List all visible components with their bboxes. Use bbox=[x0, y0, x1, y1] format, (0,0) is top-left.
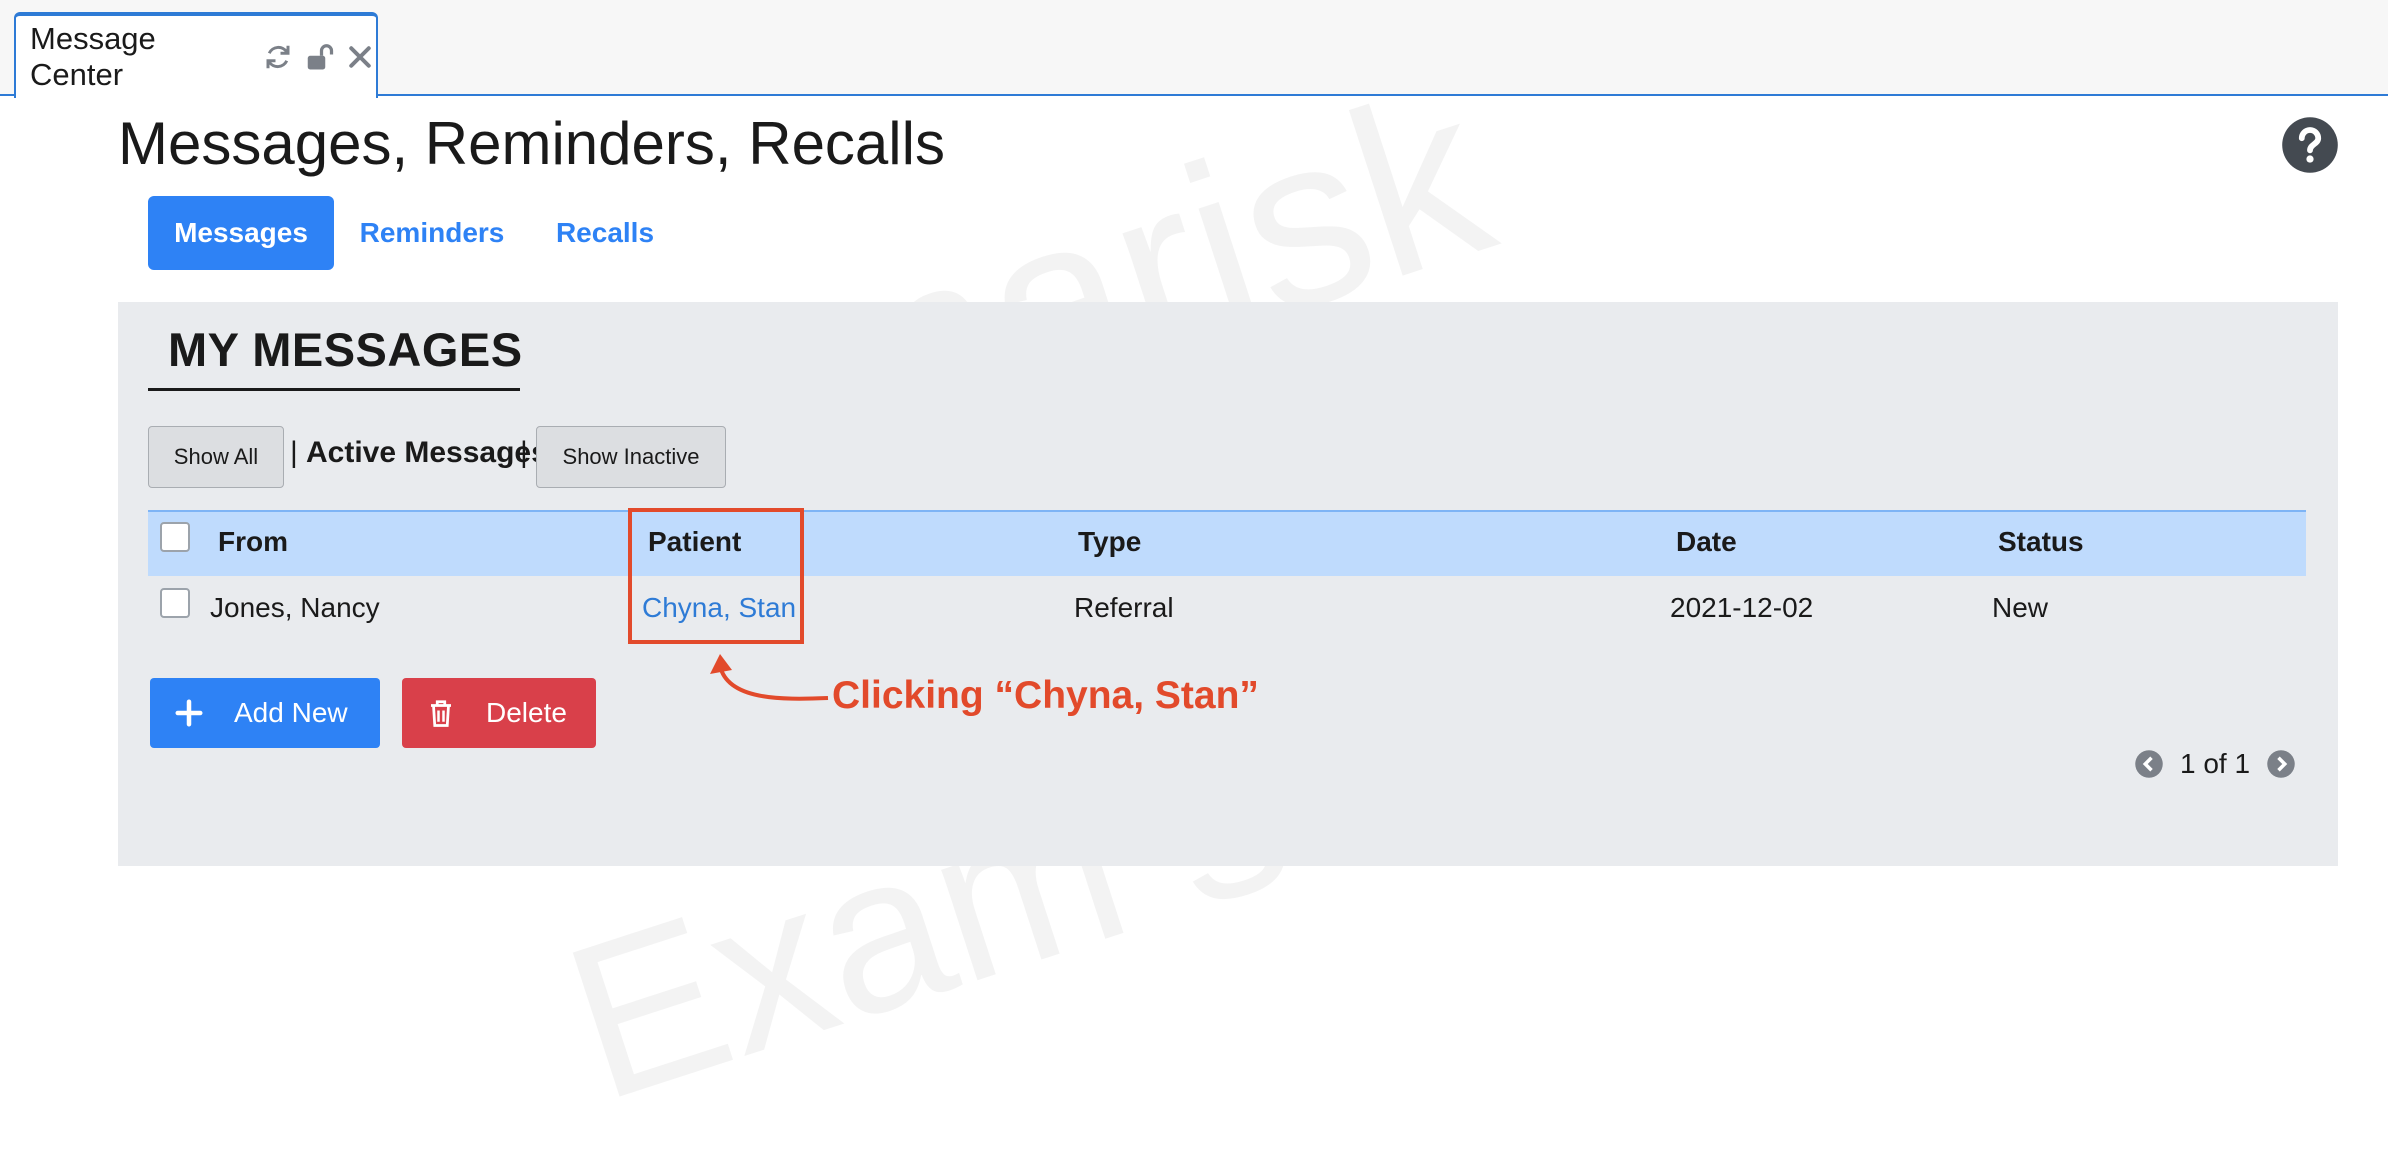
filter-separator: | bbox=[520, 436, 528, 469]
tab-title: Message Center bbox=[30, 21, 156, 92]
annotation-arrow bbox=[710, 654, 829, 701]
next-page-icon[interactable] bbox=[2266, 749, 2296, 779]
cell-type: Referral bbox=[1074, 592, 1174, 623]
select-all-checkbox[interactable] bbox=[160, 522, 190, 552]
column-header-type[interactable]: Type bbox=[1078, 526, 1141, 558]
cell-status: New bbox=[1992, 592, 2049, 623]
filter-separator: | bbox=[290, 436, 298, 469]
show-all-button[interactable]: Show All bbox=[148, 426, 284, 488]
tab-messages[interactable]: Messages bbox=[148, 196, 334, 270]
tab-recalls[interactable]: Recalls bbox=[540, 196, 670, 270]
trash-icon bbox=[426, 698, 456, 728]
tab-strip: Message Center bbox=[0, 0, 2388, 98]
question-circle-icon[interactable] bbox=[2281, 116, 2339, 174]
cell-date: 2021-12-02 bbox=[1670, 592, 1814, 623]
tab-reminders[interactable]: Reminders bbox=[352, 196, 512, 270]
pagination: 1 of 1 bbox=[2134, 748, 2296, 780]
page-indicator: 1 of 1 bbox=[2180, 748, 2251, 779]
row-checkbox[interactable] bbox=[160, 588, 190, 618]
close-icon[interactable] bbox=[345, 41, 376, 73]
column-header-from[interactable]: From bbox=[218, 526, 288, 558]
active-messages-label: Active Messages bbox=[306, 436, 548, 469]
add-new-button[interactable]: Add New bbox=[150, 678, 380, 748]
column-header-date[interactable]: Date bbox=[1676, 526, 1737, 558]
unlock-icon[interactable] bbox=[303, 41, 334, 73]
cell-from: Jones, Nancy bbox=[210, 592, 380, 623]
plus-icon bbox=[174, 698, 204, 728]
show-inactive-button[interactable]: Show Inactive bbox=[536, 426, 726, 488]
annotation-text: Clicking “Chyna, Stan” bbox=[832, 674, 1259, 717]
tab-message-center[interactable]: Message Center bbox=[14, 12, 378, 98]
page-title: Messages, Reminders, Recalls bbox=[118, 110, 945, 177]
table-header: From Patient Type Date Status bbox=[148, 510, 2306, 576]
messages-panel bbox=[118, 302, 2338, 866]
column-header-status[interactable]: Status bbox=[1998, 526, 2084, 558]
section-title: MY MESSAGES bbox=[168, 323, 523, 376]
delete-button[interactable]: Delete bbox=[402, 678, 596, 748]
section-underline bbox=[148, 388, 520, 391]
annotation-highlight-box bbox=[628, 508, 804, 644]
add-new-label: Add New bbox=[234, 697, 348, 728]
delete-label: Delete bbox=[486, 697, 567, 728]
refresh-icon[interactable] bbox=[262, 41, 293, 73]
previous-page-icon[interactable] bbox=[2134, 749, 2164, 779]
